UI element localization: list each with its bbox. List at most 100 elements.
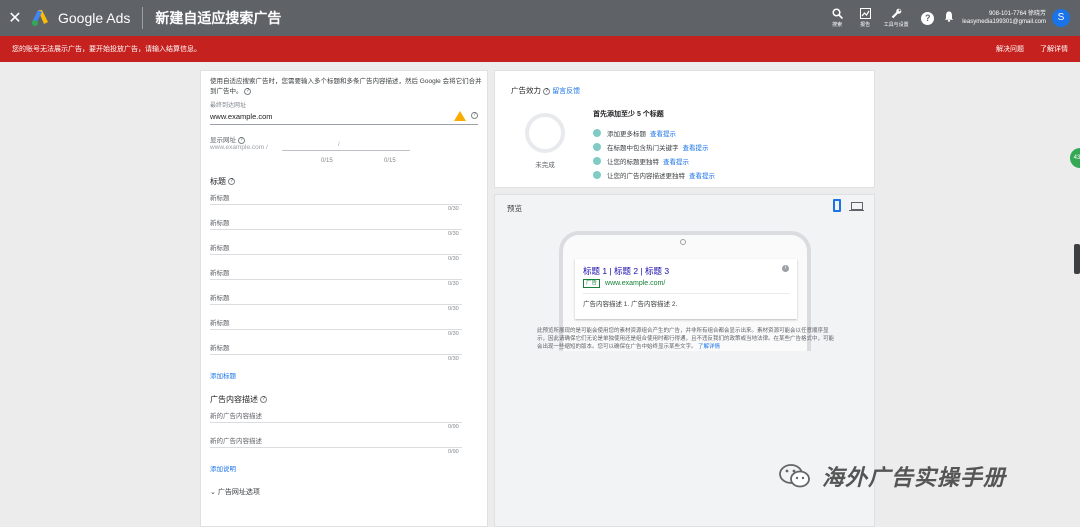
display-url-label: 显示网址 (210, 137, 236, 144)
url-options-toggle[interactable]: ⌄ 广告网址选项 (210, 487, 478, 497)
tools-settings[interactable]: 工具与设置 (881, 8, 911, 29)
close-icon[interactable]: ✕ (0, 8, 30, 28)
ad-strength-panel: 广告效力 ? 留言反馈 未完成 首先添加至少 5 个标题 添加更多标题 查看提示 … (494, 70, 875, 188)
input-underline (210, 304, 462, 305)
description-placeholder: 新的广告内容描述 (210, 413, 262, 420)
disclaimer-learn-more-link[interactable]: 了解详情 (698, 344, 720, 350)
ad-description: 广告内容描述 1. 广告内容描述 2. (583, 301, 678, 308)
preview-title: 预览 (507, 204, 522, 213)
ad-form-panel: 使用自适应搜索广告时，您需要输入多个标题和多条广告内容描述，然后 Google … (200, 70, 488, 527)
input-underline (210, 229, 462, 230)
input-underline (210, 354, 462, 355)
help-icon[interactable]: ? (260, 396, 268, 404)
watermark-text: 海外广告实操手册 (822, 466, 1007, 491)
camera-icon (680, 239, 686, 245)
watermark: 海外广告实操手册 (778, 460, 1006, 492)
description-count: 0/90 (448, 449, 459, 455)
headline-placeholder: 新标题 (210, 195, 230, 202)
notifications-bell-icon[interactable] (944, 11, 954, 25)
title-divider (142, 7, 144, 29)
tip-item: 让您的广告内容描述更独特 查看提示 (593, 168, 715, 182)
ad-url-line: 广告 www.example.com/ (583, 279, 789, 288)
headline-input[interactable]: 新标题 0/30 (210, 212, 478, 237)
headline-placeholder: 新标题 (210, 345, 230, 352)
descriptions-heading: 广告内容描述 ? (210, 394, 478, 405)
help-icon[interactable]: ? (471, 112, 478, 119)
help-icon[interactable]: ? (921, 11, 935, 25)
tip-link[interactable]: 查看提示 (650, 128, 676, 138)
headline-placeholder: 新标题 (210, 270, 230, 277)
input-underline (210, 329, 462, 330)
fix-issue-link[interactable]: 解决问题 (996, 44, 1024, 54)
help-icon[interactable]: ? (228, 178, 236, 186)
add-headline-link[interactable]: 添加标题 (210, 373, 236, 380)
headline-input[interactable]: 新标题 0/30 (210, 237, 478, 262)
help-icon[interactable]: ? (237, 136, 245, 144)
form-intro: 使用自适应搜索广告时，您需要输入多个标题和多条广告内容描述，然后 Google … (210, 77, 485, 97)
headline-input[interactable]: 新标题 0/30 (210, 287, 478, 312)
headline-placeholder: 新标题 (210, 295, 230, 302)
ad-headline: 标题 1 | 标题 2 | 标题 3 (583, 266, 670, 276)
description-input[interactable]: 新的广告内容描述 0/90 (210, 430, 478, 455)
side-floating-badge[interactable]: 43 (1070, 148, 1080, 168)
tip-dot-icon (593, 171, 601, 179)
headline-placeholder: 新标题 (210, 320, 230, 327)
description-input[interactable]: 新的广告内容描述 0/90 (210, 405, 478, 430)
headline-count: 0/30 (448, 356, 459, 362)
tip-dot-icon (593, 143, 601, 151)
final-url-field[interactable]: www.example.com ? (210, 111, 478, 125)
ad-separator (583, 293, 789, 294)
side-scroll-handle[interactable] (1074, 244, 1080, 274)
learn-more-link[interactable]: 了解详情 (1040, 44, 1068, 54)
account-info[interactable]: 908-101-7764 徐晓芳 leasymedia199301@gmail.… (962, 10, 1046, 26)
search-tool-label: 搜索 (832, 21, 843, 28)
tip-text: 在标题中包含热门关键字 (607, 145, 679, 152)
avatar[interactable]: S (1052, 9, 1070, 27)
account-id: 908-101-7764 徐晓芳 (988, 11, 1046, 17)
descriptions-title: 广告内容描述 (210, 395, 258, 404)
mobile-preview-icon[interactable] (833, 199, 841, 212)
help-icon[interactable]: ? (244, 87, 252, 95)
path2-count: 0/15 (384, 158, 396, 164)
headline-input[interactable]: 新标题 0/30 (210, 187, 478, 212)
disclaimer-text: 此预览所展现的是可能会使用您的素材资源组合产生的广告，并非所有组合都会显示出来。… (537, 328, 835, 350)
reports-icon (859, 7, 871, 22)
strength-ring (525, 113, 565, 153)
billing-alert-bar: 您的账号无法展示广告，要开始投放广告，请输入结算信息。 解决问题 了解详情 (0, 36, 1080, 62)
reports-tool[interactable]: 报告 (853, 7, 877, 29)
headline-input[interactable]: 新标题 0/30 (210, 337, 478, 362)
info-icon[interactable]: i (782, 265, 789, 272)
path2-input[interactable] (340, 150, 410, 151)
ad-badge: 广告 (583, 279, 601, 288)
input-underline (210, 447, 462, 448)
final-url-value: www.example.com (210, 112, 273, 121)
ad-strength-title: 广告效力 (511, 86, 541, 95)
alert-message: 您的账号无法展示广告，要开始投放广告，请输入结算信息。 (12, 46, 201, 53)
display-url-row: www.example.com / / (210, 142, 478, 158)
tip-link[interactable]: 查看提示 (663, 156, 689, 166)
final-url-label: 最终到达网址 (210, 103, 247, 109)
preview-disclaimer: 此预览所展现的是可能会使用您的素材资源组合产生的广告，并非所有组合都会显示出来。… (537, 327, 835, 351)
headlines-title: 标题 (210, 177, 226, 186)
alert-actions: 解决问题 了解详情 (996, 36, 1068, 62)
ad-strength-heading: 广告效力 ? 留言反馈 (511, 85, 580, 96)
help-icon[interactable]: ? (543, 87, 551, 95)
add-description-link[interactable]: 添加说明 (210, 466, 236, 473)
desktop-preview-icon[interactable] (849, 202, 864, 211)
search-icon (832, 7, 843, 22)
warning-icon (454, 111, 466, 121)
input-underline (210, 204, 462, 205)
tip-item: 让您的标题更独特 查看提示 (593, 154, 715, 168)
display-url-value: www.example.com / (210, 144, 268, 151)
path1-count: 0/15 (321, 158, 333, 164)
strength-primary-tip: 首先添加至少 5 个标题 (593, 111, 664, 118)
headline-input[interactable]: 新标题 0/30 (210, 262, 478, 287)
tip-link[interactable]: 查看提示 (689, 170, 715, 180)
path-slash: / (338, 142, 340, 148)
feedback-link[interactable]: 留言反馈 (552, 88, 580, 95)
ad-preview-card: 标题 1 | 标题 2 | 标题 3 广告 www.example.com/ 广… (575, 259, 797, 319)
brand-name: Google Ads (58, 10, 131, 26)
headline-input[interactable]: 新标题 0/30 (210, 312, 478, 337)
search-tool[interactable]: 搜索 (825, 7, 849, 29)
tip-link[interactable]: 查看提示 (683, 142, 709, 152)
